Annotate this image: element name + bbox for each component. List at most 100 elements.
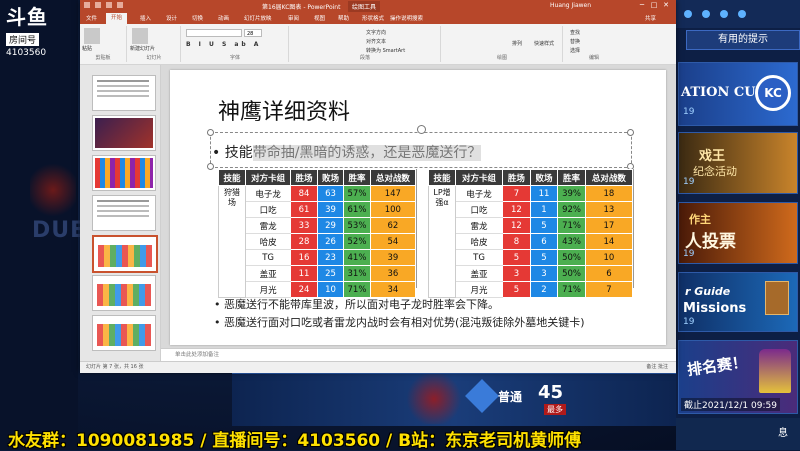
tips-header[interactable]: 有用的提示 bbox=[686, 30, 800, 50]
save-icon[interactable] bbox=[84, 2, 90, 8]
resize-handle[interactable] bbox=[627, 129, 634, 136]
stat-cell: 25 bbox=[316, 265, 345, 282]
slide-thumbnail[interactable] bbox=[92, 75, 156, 111]
maximize-icon[interactable]: □ bbox=[648, 1, 660, 9]
stat-cell: 41% bbox=[343, 249, 371, 266]
banner-number: 19 bbox=[683, 317, 695, 327]
panel-top-bar bbox=[676, 0, 800, 28]
resize-handle[interactable] bbox=[207, 129, 214, 136]
stat-cell: 62 bbox=[369, 217, 417, 234]
tab-design[interactable]: 设计 bbox=[166, 14, 177, 22]
info-button[interactable]: 息 bbox=[676, 418, 800, 450]
tab-file[interactable]: 文件 bbox=[86, 14, 97, 22]
font-name-select[interactable] bbox=[186, 29, 242, 37]
stat-cell: 31% bbox=[343, 265, 371, 282]
new-slide-icon[interactable] bbox=[132, 28, 148, 44]
stats-table-right[interactable]: 技能 对方卡组 胜场 败场 胜率 总对战数 LP增强α 电子龙 7 11 39% 18 口吃 12 1 92… bbox=[428, 169, 634, 298]
banner-missions[interactable]: r Guide Missions 19 bbox=[678, 272, 798, 332]
status-bar: 幻灯片 第 7 张，共 16 张 备注 批注 bbox=[80, 361, 676, 373]
replace-button[interactable]: 替换 bbox=[570, 38, 580, 45]
tab-transitions[interactable]: 切换 bbox=[192, 14, 203, 22]
table-row: 盖亚 11 25 31% 36 bbox=[219, 265, 417, 282]
stat-cell: 50% bbox=[557, 265, 586, 282]
table-row: 狩猎场 电子龙 84 63 57% 147 bbox=[218, 185, 417, 298]
stat-cell: 13 bbox=[584, 201, 634, 218]
stat-cell: 3 bbox=[529, 265, 559, 282]
indicator-dot-icon bbox=[720, 10, 728, 18]
column-header: 总对战数 bbox=[584, 169, 634, 186]
stat-cell: 61 bbox=[290, 201, 318, 218]
arrange-button[interactable]: 排列 bbox=[512, 40, 522, 47]
slide-thumbnail[interactable] bbox=[92, 155, 156, 191]
stat-cell: 5 bbox=[529, 217, 559, 234]
user-name[interactable]: Huang Jiawen bbox=[550, 2, 591, 9]
table-row: 雷龙 12 5 71% 17 bbox=[429, 217, 634, 234]
banner-vote[interactable]: 作主 人投票 19 bbox=[678, 202, 798, 264]
slide-thumbnail[interactable] bbox=[92, 275, 156, 311]
format-buttons[interactable]: B I U S ab A bbox=[186, 41, 261, 48]
kc-logo-icon: KC bbox=[755, 75, 791, 111]
opponent-deck-cell: 电子龙 bbox=[245, 185, 291, 202]
smartart-button[interactable]: 转换为 SmartArt bbox=[366, 47, 405, 54]
tab-slideshow[interactable]: 幻灯片放映 bbox=[244, 14, 272, 22]
tab-home[interactable]: 开始 bbox=[106, 13, 128, 24]
clipboard-group: 粘贴 剪贴板 bbox=[80, 26, 127, 62]
share-button[interactable]: 共享 bbox=[645, 14, 656, 22]
slide-title[interactable]: 神鹰详细资料 bbox=[218, 94, 350, 126]
resize-handle[interactable] bbox=[207, 163, 214, 170]
column-header: 总对战数 bbox=[369, 169, 417, 186]
opponent-deck-cell: 哈皮 bbox=[245, 233, 291, 250]
opponent-deck-cell: 电子龙 bbox=[455, 185, 503, 202]
opponent-deck-cell: 雷龙 bbox=[455, 217, 503, 234]
slide-thumbnail[interactable] bbox=[92, 195, 156, 231]
banner-number: 19 bbox=[683, 107, 695, 117]
tab-help[interactable]: 帮助 bbox=[338, 14, 349, 22]
view-buttons[interactable]: 备注 批注 bbox=[646, 362, 668, 373]
stat-cell: 57% bbox=[343, 185, 371, 202]
tab-insert[interactable]: 插入 bbox=[140, 14, 151, 22]
minimize-icon[interactable]: ─ bbox=[636, 1, 648, 9]
undo-icon[interactable] bbox=[95, 2, 101, 8]
close-icon[interactable]: ✕ bbox=[660, 1, 672, 9]
opponent-deck-cell: 雷龙 bbox=[245, 217, 291, 234]
bullet-skill-question[interactable]: • 技能带命抽/黑暗的诱惑，还是恶魔送行？ bbox=[212, 142, 482, 162]
drawing-tools-label: 绘图工具 bbox=[348, 1, 381, 12]
clipboard-label: 剪贴板 bbox=[95, 55, 111, 61]
tab-review[interactable]: 审阅 bbox=[288, 14, 299, 22]
character-icon bbox=[759, 349, 791, 393]
align-text-button[interactable]: 对齐文本 bbox=[366, 38, 386, 45]
conclusion-bullets[interactable]: • 恶魔送行不能带库里波，所以面对电子龙时胜率会下降。 • 恶魔送行面对口吃或者… bbox=[214, 296, 585, 332]
slide-thumbnail[interactable] bbox=[92, 315, 156, 351]
indicator-dot-icon bbox=[702, 10, 710, 18]
stat-cell: 39 bbox=[369, 249, 417, 266]
quick-styles-button[interactable]: 快速样式 bbox=[534, 40, 554, 47]
stream-subtitle: 水友群：1090081985 / 直播间号：4103560 / B站：东京老司机… bbox=[8, 431, 582, 451]
slide-thumbnail-current[interactable] bbox=[92, 235, 158, 273]
banner-deadline: 截止2021/12/1 09:59 bbox=[681, 398, 780, 411]
table-header-row: 技能 对方卡组 胜场 败场 胜率 总对战数 bbox=[428, 169, 634, 186]
drawing-group: 排列 快速样式 绘图 bbox=[442, 26, 563, 62]
tab-shape-format[interactable]: 形状格式 bbox=[362, 14, 384, 22]
item-badge: 最多 bbox=[544, 404, 566, 415]
slideshow-icon[interactable] bbox=[117, 2, 123, 8]
table-row: 盖亚 3 3 50% 6 bbox=[429, 265, 634, 282]
redo-icon[interactable] bbox=[106, 2, 112, 8]
banner-kc-cup[interactable]: ATION CUP KC 19 bbox=[678, 62, 798, 126]
stat-cell: 92% bbox=[557, 201, 586, 218]
banner-ranking[interactable]: 排名赛！ 截止2021/12/1 09:59 bbox=[678, 340, 798, 414]
find-button[interactable]: 查找 bbox=[570, 29, 580, 36]
slide-canvas[interactable]: 神鹰详细资料 • 技能带命抽/黑暗的诱惑，还是恶魔送行？ 技能 对方卡组 胜场 败场胜… bbox=[170, 70, 666, 345]
tell-me-search[interactable]: 操作说明搜索 bbox=[390, 14, 423, 22]
stat-cell: 28 bbox=[290, 233, 318, 250]
rotate-handle[interactable] bbox=[417, 125, 426, 134]
select-button[interactable]: 选择 bbox=[570, 47, 580, 54]
banner-anniversary[interactable]: 戏王 纪念活动 19 bbox=[678, 132, 798, 194]
text-direction-button[interactable]: 文字方向 bbox=[366, 29, 386, 36]
paste-icon[interactable] bbox=[84, 28, 100, 44]
slide-thumbnail[interactable] bbox=[92, 115, 156, 151]
notes-pane[interactable]: 单击此处添加备注 bbox=[161, 348, 676, 361]
tab-animations[interactable]: 动画 bbox=[218, 14, 229, 22]
tab-view[interactable]: 视图 bbox=[314, 14, 325, 22]
stats-table-left[interactable]: 技能 对方卡组 胜场 败场 胜率 总对战数 狩猎场 电子龙 84 63 57% 147 口吃 61 39 6… bbox=[218, 169, 417, 298]
font-size-select[interactable]: 28 bbox=[244, 29, 262, 37]
